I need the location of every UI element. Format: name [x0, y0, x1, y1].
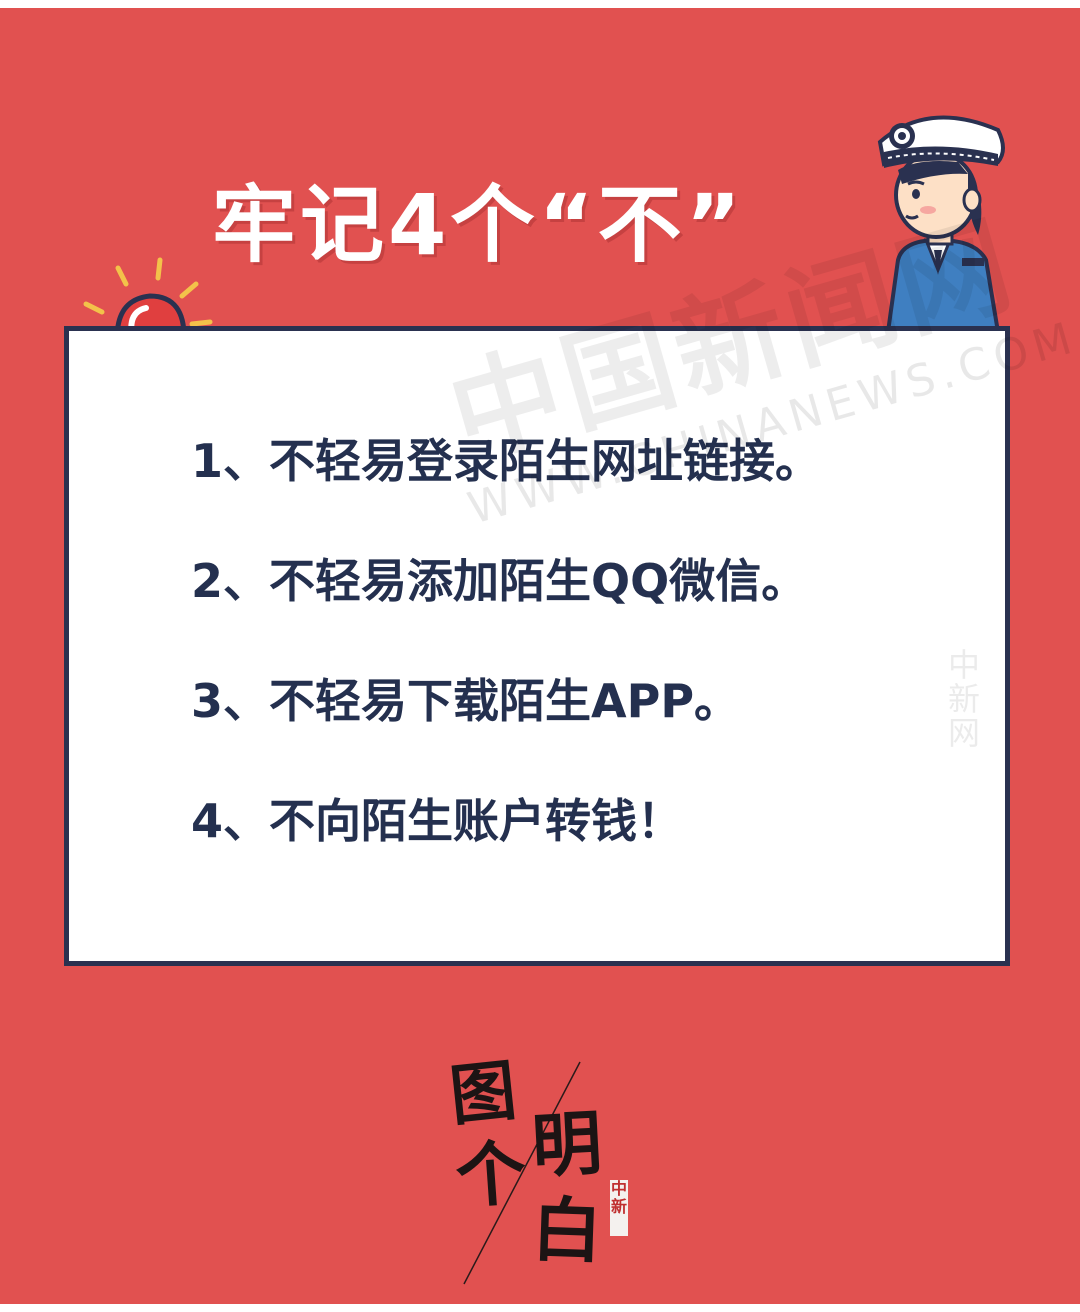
rules-card: 1、不轻易登录陌生网址链接。 2、不轻易添加陌生QQ微信。 3、不轻易下载陌生A…	[64, 326, 1010, 966]
rule-item: 1、不轻易登录陌生网址链接。	[191, 434, 822, 488]
logo-stamp: 中新	[610, 1180, 628, 1236]
rule-item: 3、不轻易下载陌生APP。	[191, 674, 741, 728]
logo-char: 白	[530, 1187, 604, 1274]
logo-char: 图	[446, 1050, 520, 1136]
calligraphy-logo: 图 个 明 白 中新	[440, 1048, 660, 1288]
rule-item: 2、不轻易添加陌生QQ微信。	[191, 554, 808, 608]
rules-list: 1、不轻易登录陌生网址链接。 2、不轻易添加陌生QQ微信。 3、不轻易下载陌生A…	[191, 433, 821, 913]
police-officer-illustration	[877, 115, 1005, 332]
poster: 牢记4个“不” 1、不轻易登录陌生网址链接。 2、不轻易添加陌生QQ微信。 3、…	[0, 8, 1080, 1304]
rule-item: 4、不向陌生账户转钱！	[191, 794, 684, 848]
logo-char: 个	[453, 1130, 529, 1219]
logo-char: 明	[529, 1101, 605, 1188]
watermark-side-text: 中新网	[948, 646, 981, 752]
